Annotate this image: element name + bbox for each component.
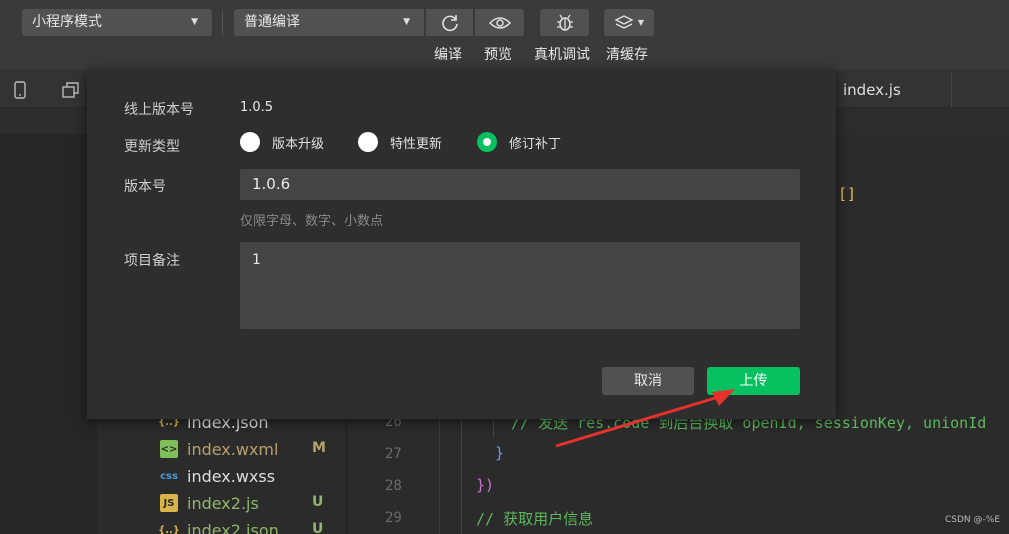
line-number: 29 — [385, 510, 402, 526]
radio-label: 修订补丁 — [509, 136, 562, 152]
top-toolbar: 小程序模式 ▼ 普通编译 ▼ ▼ 编译 预览 真机调试 清缓存 — [0, 0, 1009, 70]
git-status-badge: U — [312, 494, 324, 510]
js-file-icon: JS — [160, 494, 178, 512]
file-item-index-wxss[interactable]: css index.wxss — [160, 463, 275, 489]
code-bracket: [] — [838, 185, 857, 203]
preview-label: 预览 — [484, 47, 512, 63]
line-number: 27 — [385, 446, 402, 462]
note-textarea[interactable]: 1 — [240, 242, 800, 329]
debug-label: 真机调试 — [534, 47, 590, 63]
json-file-icon: {..} — [158, 524, 180, 534]
code-line: }) — [476, 476, 495, 494]
online-version-value: 1.0.5 — [240, 100, 274, 115]
clear-cache-button[interactable]: ▼ — [604, 9, 654, 36]
file-name: index.wxml — [187, 439, 279, 459]
version-input[interactable]: 1.0.6 — [240, 169, 800, 200]
file-name: index2.js — [187, 493, 259, 513]
caret-down-icon: ▼ — [637, 18, 645, 27]
bug-icon — [556, 14, 573, 31]
file-item-index2-json[interactable]: {..} index2.json — [158, 517, 279, 534]
compile-mode-select[interactable]: 普通编译 ▼ — [234, 9, 424, 36]
radio-feature-update[interactable]: 特性更新 — [358, 132, 442, 152]
file-item-index2-js[interactable]: JS index2.js — [160, 490, 259, 516]
radio-label: 特性更新 — [390, 136, 443, 152]
watermark: CSDN @-%E — [945, 515, 1001, 525]
mode-select[interactable]: 小程序模式 ▼ — [22, 9, 212, 36]
radio-label: 版本升级 — [272, 136, 325, 152]
radio-checked-icon — [477, 132, 497, 152]
version-hint: 仅限字母、数字、小数点 — [240, 214, 384, 229]
cancel-button[interactable]: 取消 — [602, 367, 694, 395]
compile-button[interactable] — [425, 9, 473, 36]
wxml-file-icon: <> — [160, 440, 178, 458]
upload-button[interactable]: 上传 — [707, 367, 800, 395]
compile-select-value: 普通编译 — [244, 14, 300, 30]
layers-icon — [614, 14, 634, 29]
git-status-badge: M — [312, 440, 326, 456]
code-line: // 获取用户信息 — [476, 510, 594, 528]
code-line: } — [495, 444, 505, 462]
caret-down-icon: ▼ — [403, 17, 410, 27]
radio-version-upgrade[interactable]: 版本升级 — [240, 132, 324, 152]
mode-select-value: 小程序模式 — [32, 14, 102, 30]
note-label: 项目备注 — [124, 253, 180, 269]
upload-dialog: 线上版本号 1.0.5 更新类型 版本升级 特性更新 修订补丁 版本号 1.0.… — [87, 70, 836, 419]
toolbar-divider — [222, 11, 223, 35]
clear-cache-label: 清缓存 — [606, 47, 648, 63]
online-version-label: 线上版本号 — [124, 102, 194, 118]
real-device-debug-button[interactable] — [540, 9, 589, 36]
file-name: index.wxss — [187, 466, 276, 486]
refresh-icon — [441, 14, 458, 31]
activity-panel — [0, 134, 97, 534]
version-label: 版本号 — [124, 179, 166, 195]
css-file-icon: css — [160, 470, 178, 482]
line-number: 28 — [385, 478, 402, 494]
eye-icon — [488, 16, 511, 29]
tab-index-js[interactable]: index.js — [830, 72, 952, 108]
radio-unchecked-icon — [240, 132, 260, 152]
windows-icon[interactable] — [62, 82, 80, 98]
file-item-index-wxml[interactable]: <> index.wxml — [160, 436, 278, 462]
compile-label: 编译 — [434, 47, 462, 63]
radio-unchecked-icon — [358, 132, 378, 152]
radio-patch[interactable]: 修订补丁 — [477, 132, 561, 152]
git-status-badge: U — [312, 521, 324, 534]
file-name: index2.json — [187, 520, 279, 534]
update-type-label: 更新类型 — [124, 139, 180, 155]
phone-icon[interactable] — [13, 81, 27, 99]
caret-down-icon: ▼ — [191, 17, 198, 27]
preview-button[interactable] — [474, 9, 524, 36]
